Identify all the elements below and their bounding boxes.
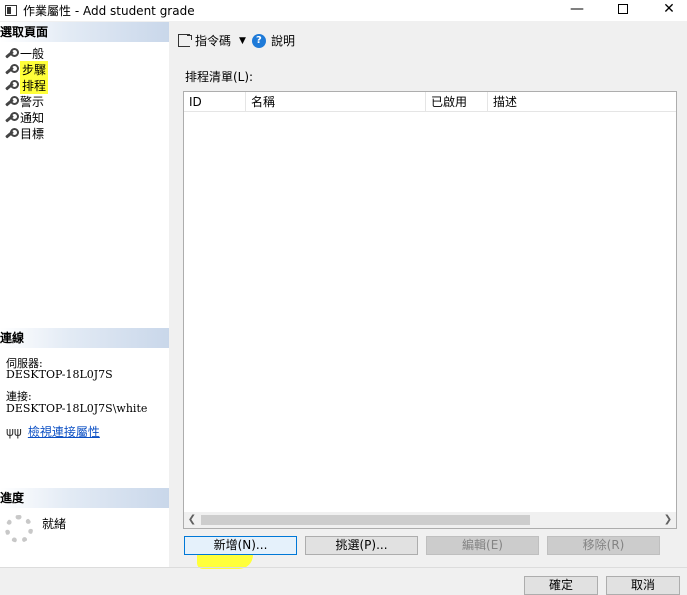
wrench-icon — [3, 127, 19, 139]
remove-button[interactable]: 移除(R) — [547, 536, 660, 555]
column-header-id[interactable]: ID — [184, 92, 246, 112]
chevron-down-icon[interactable]: ▼ — [239, 36, 246, 46]
footer-divider — [0, 567, 687, 568]
connection-section-header: 連線 — [0, 328, 169, 348]
maximize-button[interactable] — [600, 0, 646, 21]
progress-status: 就緒 — [42, 517, 67, 531]
close-button[interactable]: ✕ — [646, 0, 687, 21]
column-header-name[interactable]: 名稱 — [246, 92, 426, 112]
wrench-icon — [3, 47, 19, 59]
schedule-list[interactable]: ID 名稱 已啟用 描述 ❮ ❯ — [183, 91, 677, 529]
server-value: DESKTOP-18L0J7S — [6, 368, 113, 381]
wrench-icon — [3, 111, 19, 123]
edit-button[interactable]: 編輯(E) — [426, 536, 539, 555]
horizontal-scrollbar[interactable]: ❮ ❯ — [184, 512, 676, 528]
progress-spinner-icon — [5, 515, 33, 543]
toolbar: 指令碼 ▼ ? 說明 — [178, 32, 295, 49]
column-header-enabled[interactable]: 已啟用 — [426, 92, 488, 112]
script-button[interactable]: 指令碼 — [195, 32, 231, 49]
left-panel: 選取頁面 一般 步驟 排程 警示 通知 目標 連線 伺服器: DESKTOP-1… — [0, 22, 169, 567]
page-item-label: 目標 — [20, 126, 45, 141]
maximize-icon — [618, 4, 628, 14]
pick-button[interactable]: 挑選(P)... — [305, 536, 418, 555]
schedule-list-label: 排程清單(L): — [185, 70, 254, 84]
page-item-alerts[interactable]: 警示 — [0, 93, 169, 109]
script-icon — [178, 34, 192, 47]
help-button[interactable]: 說明 — [271, 32, 295, 49]
connection-label: 連接: — [6, 390, 32, 403]
cancel-button[interactable]: 取消 — [606, 576, 680, 595]
view-connection-properties[interactable]: ψψ 檢視連接屬性 — [6, 423, 100, 440]
page-item-label: 排程 — [20, 76, 49, 94]
help-icon: ? — [251, 33, 266, 48]
wrench-icon — [3, 79, 19, 91]
minimize-button[interactable]: — — [554, 0, 600, 21]
page-item-notifications[interactable]: 通知 — [0, 109, 169, 125]
column-header-description[interactable]: 描述 — [488, 92, 676, 112]
pages-section-header: 選取頁面 — [0, 22, 169, 42]
page-item-steps[interactable]: 步驟 — [0, 60, 169, 78]
scroll-right-icon[interactable]: ❯ — [660, 512, 676, 528]
view-connection-properties-link[interactable]: 檢視連接屬性 — [28, 423, 100, 440]
page-item-label: 通知 — [20, 110, 45, 125]
page-item-label: 一般 — [20, 46, 45, 61]
schedule-list-header: ID 名稱 已啟用 描述 — [184, 92, 676, 112]
new-button[interactable]: 新增(N)... — [184, 536, 297, 555]
window-title: 作業屬性 - Add student grade — [23, 4, 195, 18]
page-item-general[interactable]: 一般 — [0, 45, 169, 61]
title-bar: 作業屬性 - Add student grade — ✕ — [0, 0, 687, 21]
page-item-label: 步驟 — [20, 60, 49, 78]
progress-section-header: 進度 — [0, 488, 169, 508]
wrench-icon — [3, 63, 19, 75]
page-item-label: 警示 — [20, 94, 45, 109]
ok-button[interactable]: 確定 — [524, 576, 598, 595]
page-item-schedules[interactable]: 排程 — [0, 76, 169, 94]
wrench-icon — [3, 95, 19, 107]
scroll-left-icon[interactable]: ❮ — [184, 512, 200, 528]
scrollbar-thumb[interactable] — [201, 515, 530, 525]
page-item-targets[interactable]: 目標 — [0, 125, 169, 141]
properties-window-icon — [5, 5, 17, 16]
connection-value: DESKTOP-18L0J7S\white — [6, 402, 148, 415]
connection-properties-icon: ψψ — [6, 424, 22, 439]
page-list: 一般 步驟 排程 警示 通知 目標 — [0, 45, 169, 141]
